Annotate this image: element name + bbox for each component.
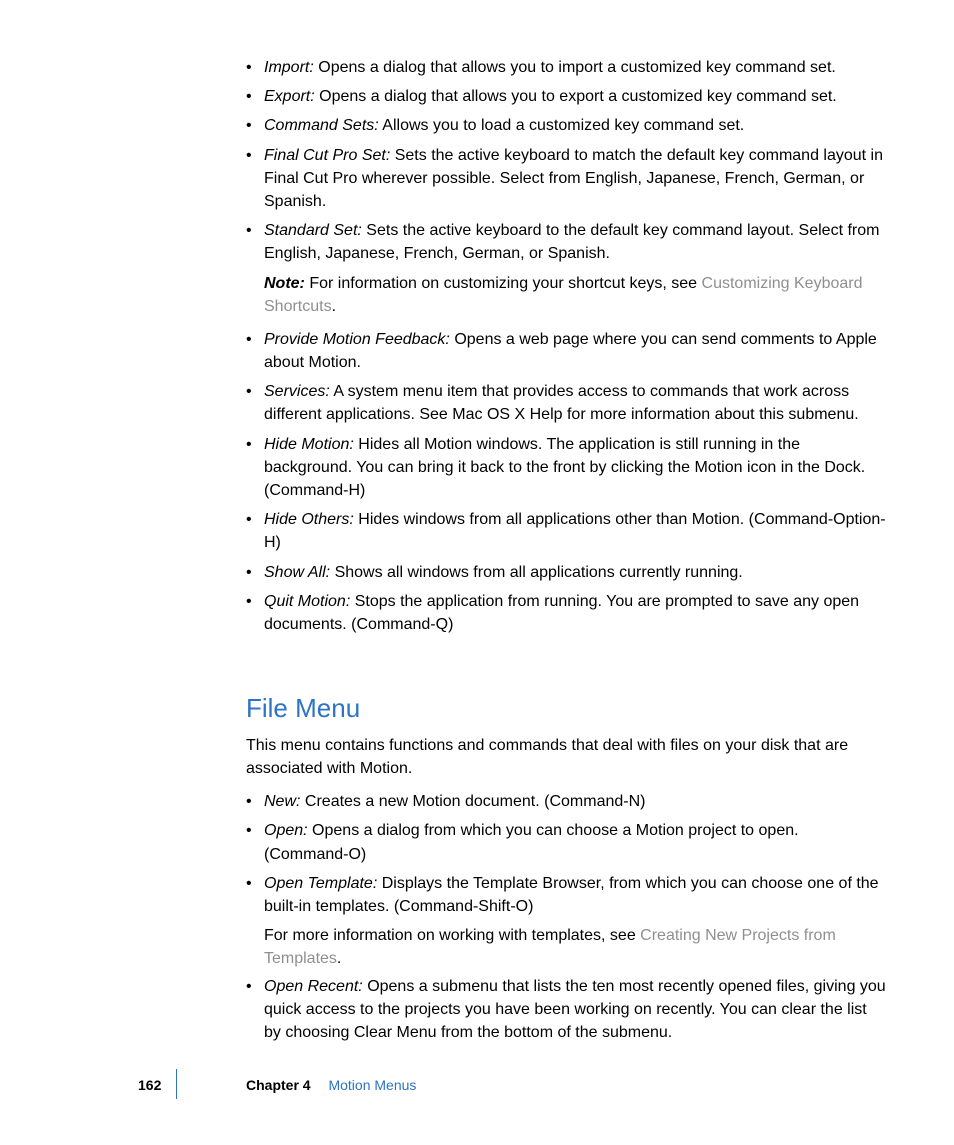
item-term: Final Cut Pro Set: — [264, 147, 390, 164]
item-body: Opens a dialog that allows you to export… — [319, 88, 837, 105]
section-intro: This menu contains functions and command… — [246, 734, 886, 780]
body-content: Import: Opens a dialog that allows you t… — [246, 56, 886, 1044]
item-body: Opens a dialog that allows you to import… — [318, 59, 836, 76]
document-page: Import: Opens a dialog that allows you t… — [0, 0, 954, 1145]
note-block: Note: For information on customizing you… — [264, 272, 886, 318]
item-term: Hide Motion: — [264, 436, 354, 453]
template-info-block: For more information on working with tem… — [264, 924, 886, 970]
note-prefix: Note: — [264, 275, 305, 292]
list-item: Hide Motion: Hides all Motion windows. T… — [246, 433, 886, 503]
item-term: New: — [264, 793, 300, 810]
item-term: Open: — [264, 822, 308, 839]
item-term: Services: — [264, 383, 330, 400]
item-term: Import: — [264, 59, 314, 76]
file-menu-list: New: Creates a new Motion document. (Com… — [246, 790, 886, 918]
list-item: Open Template: Displays the Template Bro… — [246, 872, 886, 918]
section-heading-file-menu: File Menu — [246, 690, 886, 728]
list-item: Open: Opens a dialog from which you can … — [246, 819, 886, 865]
template-info-after: . — [337, 950, 341, 967]
item-term: Open Template: — [264, 875, 377, 892]
note-text: For information on customizing your shor… — [309, 275, 701, 292]
list-item: Import: Opens a dialog that allows you t… — [246, 56, 886, 79]
list-item: Open Recent: Opens a submenu that lists … — [246, 975, 886, 1045]
list-item: Provide Motion Feedback: Opens a web pag… — [246, 328, 886, 374]
list-item: Export: Opens a dialog that allows you t… — [246, 85, 886, 108]
item-term: Export: — [264, 88, 315, 105]
item-term: Show All: — [264, 564, 330, 581]
chapter-reference: Chapter 4 Motion Menus — [246, 1075, 416, 1095]
list-item: Show All: Shows all windows from all app… — [246, 561, 886, 584]
page-number: 162 — [138, 1075, 161, 1095]
list-item: Quit Motion: Stops the application from … — [246, 590, 886, 636]
list-item: Final Cut Pro Set: Sets the active keybo… — [246, 144, 886, 214]
item-term: Standard Set: — [264, 222, 362, 239]
item-body: Opens a dialog from which you can choose… — [264, 822, 799, 862]
item-body: Shows all windows from all applications … — [335, 564, 743, 581]
list-item: Command Sets: Allows you to load a custo… — [246, 114, 886, 137]
item-term: Quit Motion: — [264, 593, 350, 610]
item-term: Command Sets: — [264, 117, 379, 134]
item-body: Hides all Motion windows. The applicatio… — [264, 436, 865, 499]
file-menu-list-cont: Open Recent: Opens a submenu that lists … — [246, 975, 886, 1045]
list-item: New: Creates a new Motion document. (Com… — [246, 790, 886, 813]
item-body: A system menu item that provides access … — [264, 383, 859, 423]
item-term: Hide Others: — [264, 511, 354, 528]
chapter-title: Motion Menus — [328, 1077, 416, 1093]
command-sets-sublist: Import: Opens a dialog that allows you t… — [246, 56, 886, 266]
item-body: Creates a new Motion document. (Command-… — [305, 793, 646, 810]
motion-menu-list: Provide Motion Feedback: Opens a web pag… — [246, 328, 886, 636]
list-item: Services: A system menu item that provid… — [246, 380, 886, 426]
item-body: Hides windows from all applications othe… — [264, 511, 886, 551]
item-body: Allows you to load a customized key comm… — [382, 117, 744, 134]
chapter-label: Chapter 4 — [246, 1077, 311, 1093]
note-after: . — [332, 298, 336, 315]
list-item: Hide Others: Hides windows from all appl… — [246, 508, 886, 554]
template-info-before: For more information on working with tem… — [264, 927, 640, 944]
item-term: Open Recent: — [264, 978, 363, 995]
item-term: Provide Motion Feedback: — [264, 331, 450, 348]
item-body: Stops the application from running. You … — [264, 593, 859, 633]
footer-rule — [176, 1069, 177, 1099]
page-footer: 162 Chapter 4 Motion Menus — [0, 1073, 954, 1095]
list-item: Standard Set: Sets the active keyboard t… — [246, 219, 886, 265]
